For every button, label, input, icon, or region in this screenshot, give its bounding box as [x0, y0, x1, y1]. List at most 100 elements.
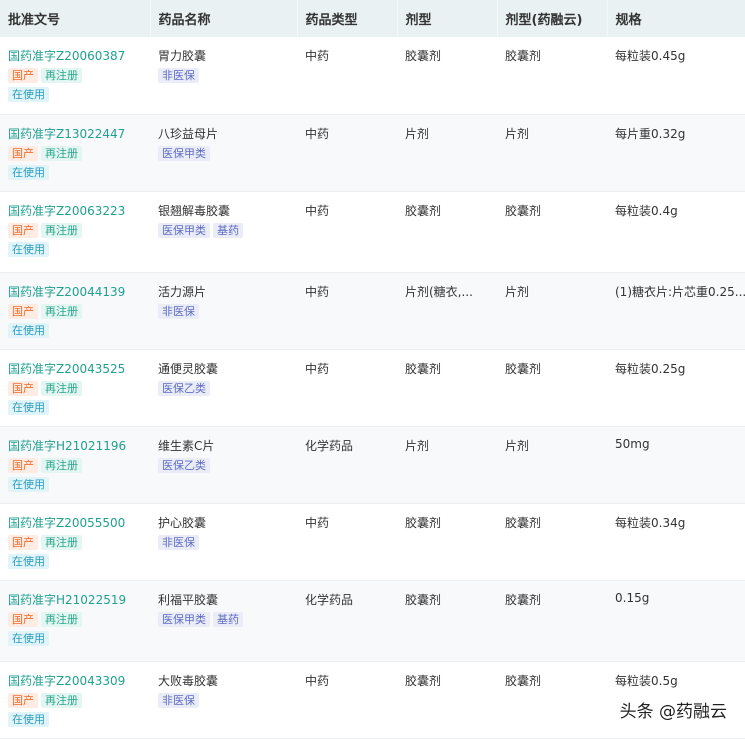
drug-name: 八珍益母片: [158, 126, 219, 141]
table-row: 国药准字H21021196 国产 再注册 在使用 维生素C片 医保乙类 化学药品 片剂 …: [0, 426, 745, 504]
insurance-tag: 非医保: [158, 303, 199, 319]
origin-tag: 国产: [8, 380, 38, 396]
name-cell: 银翘解毒胶囊 医保甲类 基药: [150, 191, 297, 273]
insurance-tag: 非医保: [158, 692, 199, 708]
origin-tag: 国产: [8, 534, 38, 550]
form-cell: 胶囊剂: [397, 349, 497, 427]
origin-tag: 国产: [8, 68, 38, 83]
header-name[interactable]: 药品名称: [150, 0, 298, 37]
header-approval[interactable]: 批准文号: [0, 0, 151, 37]
name-cell: 八珍益母片 医保甲类: [150, 114, 297, 192]
status-tag: 在使用: [8, 241, 49, 257]
status-tag: 在使用: [8, 322, 49, 338]
spec-cell: 0.15g: [607, 580, 745, 662]
drug-name: 维生素C片: [158, 438, 215, 453]
registration-tag: 再注册: [41, 534, 82, 550]
approval-cell: 国药准字H21022519 国产 再注册在使用: [0, 580, 150, 662]
approval-link[interactable]: 国药准字Z20060387: [8, 49, 125, 63]
table-row: 国药准字Z13022447 国产 再注册 在使用 八珍益母片 医保甲类 中药 片剂 片剂…: [0, 114, 745, 192]
approval-cell: 国药准字Z13022447 国产 再注册在使用: [0, 114, 150, 192]
spec-cell: (1)糖衣片:片芯重0.25...: [607, 272, 745, 350]
type-cell: 化学药品: [297, 426, 397, 504]
drug-name: 大败毒胶囊: [158, 673, 219, 688]
registration-tag: 再注册: [41, 303, 82, 319]
header-form2[interactable]: 剂型(药融云): [497, 0, 608, 37]
approval-link[interactable]: 国药准字H21021196: [8, 439, 126, 453]
registration-tag: 再注册: [41, 68, 82, 83]
spec-cell: 50mg: [607, 426, 745, 504]
status-tag: 在使用: [8, 476, 49, 492]
type-cell: 中药: [297, 349, 397, 427]
form2-cell: 胶囊剂: [497, 503, 607, 581]
approval-cell: 国药准字Z20043525 国产 再注册 在使用: [0, 349, 150, 427]
status-tag: 在使用: [8, 711, 49, 727]
registration-tag: 再注册: [41, 145, 82, 161]
status-tag: 在使用: [8, 87, 49, 102]
approval-link[interactable]: 国药准字Z13022447: [8, 127, 125, 141]
insurance-tag: 医保甲类: [158, 222, 210, 238]
name-cell: 胃力胶囊 非医保: [150, 37, 297, 115]
table-row: 国药准字Z20055500 国产 再注册 在使用 护心胶囊 非医保 中药 胶囊剂 胶囊剂…: [0, 503, 745, 581]
approval-link[interactable]: 国药准字H21022519: [8, 593, 126, 607]
registration-tag: 再注册: [41, 611, 82, 627]
type-cell: 化学药品: [297, 580, 397, 662]
drug-name: 活力源片: [158, 284, 207, 299]
spec-cell: 每粒装0.4g: [607, 191, 745, 273]
approval-cell: 国药准字Z20044139 国产 再注册 在使用: [0, 272, 150, 350]
approval-link[interactable]: 国药准字Z20044139: [8, 285, 125, 299]
origin-tag: 国产: [8, 611, 38, 627]
form2-cell: 片剂: [497, 272, 607, 350]
form2-cell: 胶囊剂: [497, 349, 607, 427]
drug-name: 胃力胶囊: [158, 49, 207, 63]
type-cell: 中药: [297, 37, 397, 115]
approval-link[interactable]: 国药准字Z20043309: [8, 674, 125, 688]
registration-tag: 再注册: [41, 380, 82, 396]
approval-cell: 国药准字Z20063223 国产 再注册 在使用: [0, 191, 150, 273]
approval-link[interactable]: 国药准字Z20043525: [8, 362, 125, 376]
registration-tag: 再注册: [41, 222, 82, 238]
form2-cell: 胶囊剂: [497, 580, 607, 662]
insurance-tag: 医保甲类: [158, 611, 210, 627]
header-type[interactable]: 药品类型: [297, 0, 398, 37]
form-cell: 胶囊剂: [397, 503, 497, 581]
name-cell: 大败毒胶囊 非医保: [150, 661, 297, 739]
header-spec[interactable]: 规格: [607, 0, 745, 37]
name-cell: 活力源片 非医保: [150, 272, 297, 350]
approval-cell: 国药准字Z20055500 国产 再注册在使用: [0, 503, 150, 581]
approval-link[interactable]: 国药准字Z20055500: [8, 516, 125, 530]
origin-tag: 国产: [8, 145, 38, 161]
registration-tag: 再注册: [41, 692, 82, 708]
spec-cell: 每片重0.32g: [607, 114, 745, 192]
status-tag: 在使用: [8, 553, 49, 569]
form-cell: 胶囊剂: [397, 580, 497, 662]
origin-tag: 国产: [8, 692, 38, 708]
insurance-tag: 医保乙类: [158, 380, 210, 396]
approval-link[interactable]: 国药准字Z20063223: [8, 204, 125, 218]
type-cell: 中药: [297, 191, 397, 273]
spec-cell: 每粒装0.34g: [607, 503, 745, 581]
name-cell: 维生素C片 医保乙类: [150, 426, 297, 504]
table-row: 国药准字Z20060387 国产 再注册在使用 胃力胶囊非医保 中药 胶囊剂 胶囊剂…: [0, 37, 745, 115]
approval-cell: 国药准字Z20043309 国产 再注册在使用: [0, 661, 150, 739]
status-tag: 在使用: [8, 630, 49, 646]
table-row: 国药准字H21022519 国产 再注册 在使用 利福平胶囊 医保甲类 基药 化学药品 胶…: [0, 580, 745, 662]
drug-name: 利福平胶囊: [158, 592, 219, 607]
approval-cell: 国药准字Z20060387 国产 再注册在使用: [0, 37, 150, 115]
insurance-tag: 非医保: [158, 68, 199, 83]
form-cell: 片剂: [397, 114, 497, 192]
form-cell: 片剂: [397, 426, 497, 504]
form2-cell: 胶囊剂: [497, 661, 607, 739]
header-form[interactable]: 剂型: [397, 0, 498, 37]
approval-cell: 国药准字H21021196 国产 再注册 在使用: [0, 426, 150, 504]
registration-tag: 再注册: [41, 457, 82, 473]
type-cell: 中药: [297, 503, 397, 581]
type-cell: 中药: [297, 272, 397, 350]
form2-cell: 胶囊剂: [497, 37, 607, 115]
name-cell: 利福平胶囊 医保甲类 基药: [150, 580, 297, 662]
form2-cell: 片剂: [497, 114, 607, 192]
status-tag: 在使用: [8, 164, 49, 180]
watermark: 头条 @药融云: [619, 702, 727, 722]
drug-name: 银翘解毒胶囊: [158, 203, 231, 218]
drug-name: 护心胶囊: [158, 515, 207, 530]
form-cell: 胶囊剂: [397, 37, 497, 115]
